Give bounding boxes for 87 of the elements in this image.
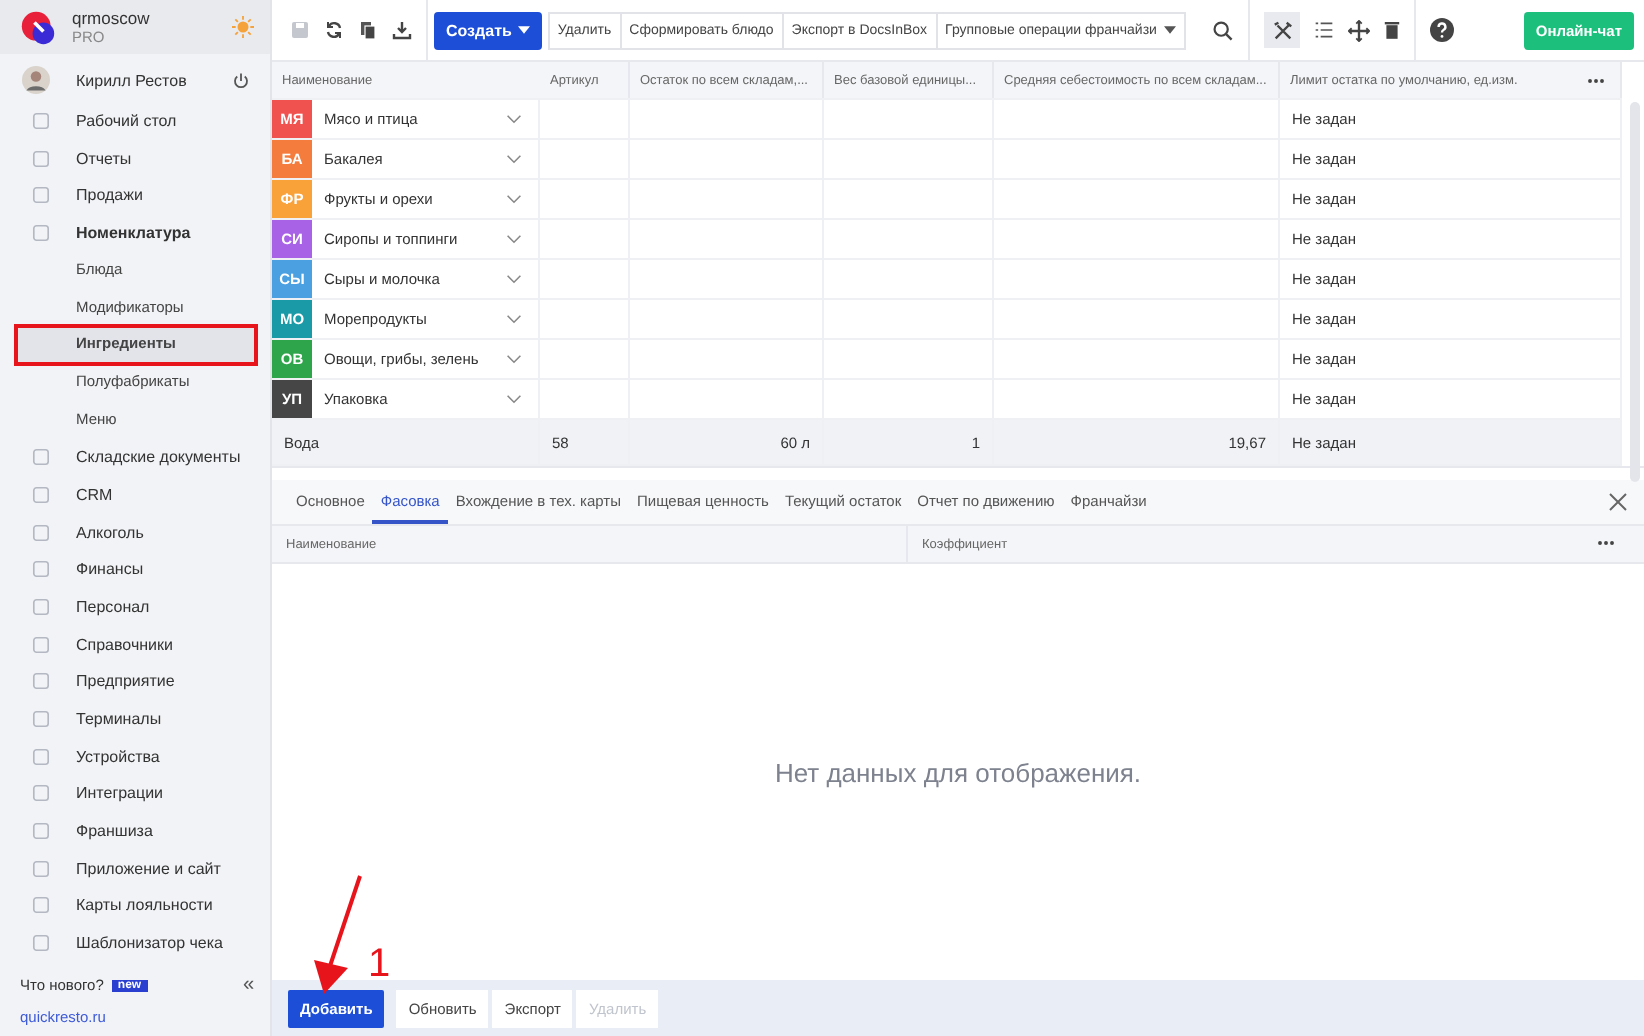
- nav-item[interactable]: Отчеты: [16, 139, 254, 178]
- nav-item-label: Рабочий стол: [76, 112, 177, 131]
- avatar-icon: [22, 66, 50, 95]
- search-icon[interactable]: [1212, 19, 1235, 41]
- nav-item[interactable]: Терминалы: [16, 700, 254, 738]
- outline-square-icon: [32, 747, 50, 766]
- outline-square-icon: [32, 859, 50, 878]
- chevron-down-icon[interactable]: [506, 114, 522, 124]
- list-icon[interactable]: [1314, 20, 1335, 40]
- nav-item[interactable]: Приложение и сайт: [16, 849, 254, 888]
- outline-square-icon: [32, 597, 50, 616]
- annotation-arrow: [308, 872, 368, 996]
- nav-item-label: Финансы: [76, 560, 144, 579]
- nav-item[interactable]: Франшиза: [16, 812, 254, 850]
- chevron-down-icon[interactable]: [506, 234, 522, 244]
- nav-item-label: Алкоголь: [76, 523, 144, 542]
- nav-item-label: Терминалы: [76, 710, 162, 729]
- scrollbar[interactable]: [1630, 102, 1640, 482]
- outline-square-icon: [32, 485, 50, 504]
- empty-message: Нет данных для отображения.: [774, 757, 1142, 787]
- more-icon[interactable]: [1586, 78, 1606, 84]
- nav-item[interactable]: Рабочий стол: [16, 102, 254, 140]
- nav-item-label: Карты лояльности: [76, 896, 213, 915]
- nav-item-label: Приложение и сайт: [76, 859, 221, 878]
- chevron-down-icon[interactable]: [506, 314, 522, 324]
- nav-item[interactable]: Шаблонизатор чека: [16, 924, 254, 962]
- nav-item-label: Справочники: [76, 635, 173, 654]
- nav-item[interactable]: Номенклатура: [16, 214, 254, 252]
- nav-item[interactable]: Складские документы: [16, 438, 254, 477]
- outline-square-icon: [32, 934, 50, 953]
- copy-icon[interactable]: [358, 20, 378, 40]
- outline-square-icon: [32, 448, 50, 467]
- tools-icon[interactable]: [1264, 12, 1301, 48]
- nav-item-label: Франшиза: [76, 822, 153, 841]
- outline-square-icon: [32, 784, 50, 803]
- outline-square-icon: [32, 635, 50, 654]
- outline-square-icon: [32, 710, 50, 729]
- nav-item[interactable]: Продажи: [16, 177, 254, 215]
- close-icon[interactable]: [1608, 492, 1628, 512]
- nav-item[interactable]: Алкоголь: [16, 513, 254, 551]
- outline-square-icon: [32, 149, 50, 168]
- nav-item-label: Шаблонизатор чека: [76, 934, 223, 953]
- user-name: Кирилл Рестов: [76, 71, 189, 90]
- nav-item[interactable]: CRM: [16, 476, 254, 514]
- outline-square-icon: [32, 822, 50, 841]
- nav-item-label: Устройства: [76, 747, 160, 766]
- outline-square-icon: [32, 560, 50, 579]
- collapse-button[interactable]: «: [242, 974, 254, 996]
- account-name: qrmoscow: [72, 8, 152, 29]
- nav-item-label: Предприятие: [76, 672, 175, 691]
- create-button[interactable]: Создать: [434, 11, 542, 49]
- chevron-down-icon[interactable]: [506, 394, 522, 404]
- nav-item[interactable]: Предприятие: [16, 663, 254, 701]
- chevron-down-icon[interactable]: [506, 154, 522, 164]
- outline-square-icon: [32, 112, 50, 131]
- caret-icon: [517, 26, 530, 34]
- refresh-icon[interactable]: [324, 20, 344, 40]
- power-icon[interactable]: [232, 71, 250, 90]
- annotation-label: 1: [368, 942, 391, 988]
- chevron-down-icon[interactable]: [506, 194, 522, 204]
- outline-square-icon: [32, 523, 50, 542]
- caret-icon: [1164, 26, 1177, 34]
- nav-item-label: Продажи: [76, 186, 143, 205]
- nav-item-label: CRM: [76, 485, 113, 504]
- download-icon[interactable]: [392, 20, 412, 40]
- outline-square-icon: [32, 186, 50, 205]
- nav-item-label: Персонал: [76, 597, 150, 616]
- chevron-down-icon[interactable]: [506, 354, 522, 364]
- nav-item[interactable]: Карты лояльности: [16, 887, 254, 925]
- help-icon[interactable]: [1430, 18, 1455, 42]
- nav-item[interactable]: Интеграции: [16, 775, 254, 813]
- outline-square-icon: [32, 672, 50, 691]
- nav-item-label: Интеграции: [76, 784, 164, 803]
- nav-item[interactable]: Устройства: [16, 737, 254, 776]
- move-icon[interactable]: [1348, 19, 1371, 41]
- outline-square-icon: [32, 896, 50, 915]
- nav-item-label: Складские документы: [76, 448, 241, 467]
- trash-icon[interactable]: [1384, 20, 1401, 40]
- logo-icon: [20, 9, 56, 46]
- nav-item-label: Номенклатура: [76, 224, 191, 243]
- nav-item[interactable]: Финансы: [16, 550, 254, 589]
- nav-item[interactable]: Персонал: [16, 588, 254, 626]
- more-icon[interactable]: [1596, 540, 1616, 546]
- outline-square-icon: [32, 224, 50, 243]
- nav-item-label: Отчеты: [76, 149, 132, 168]
- nav-item[interactable]: Справочники: [16, 625, 254, 663]
- chevron-down-icon[interactable]: [506, 274, 522, 284]
